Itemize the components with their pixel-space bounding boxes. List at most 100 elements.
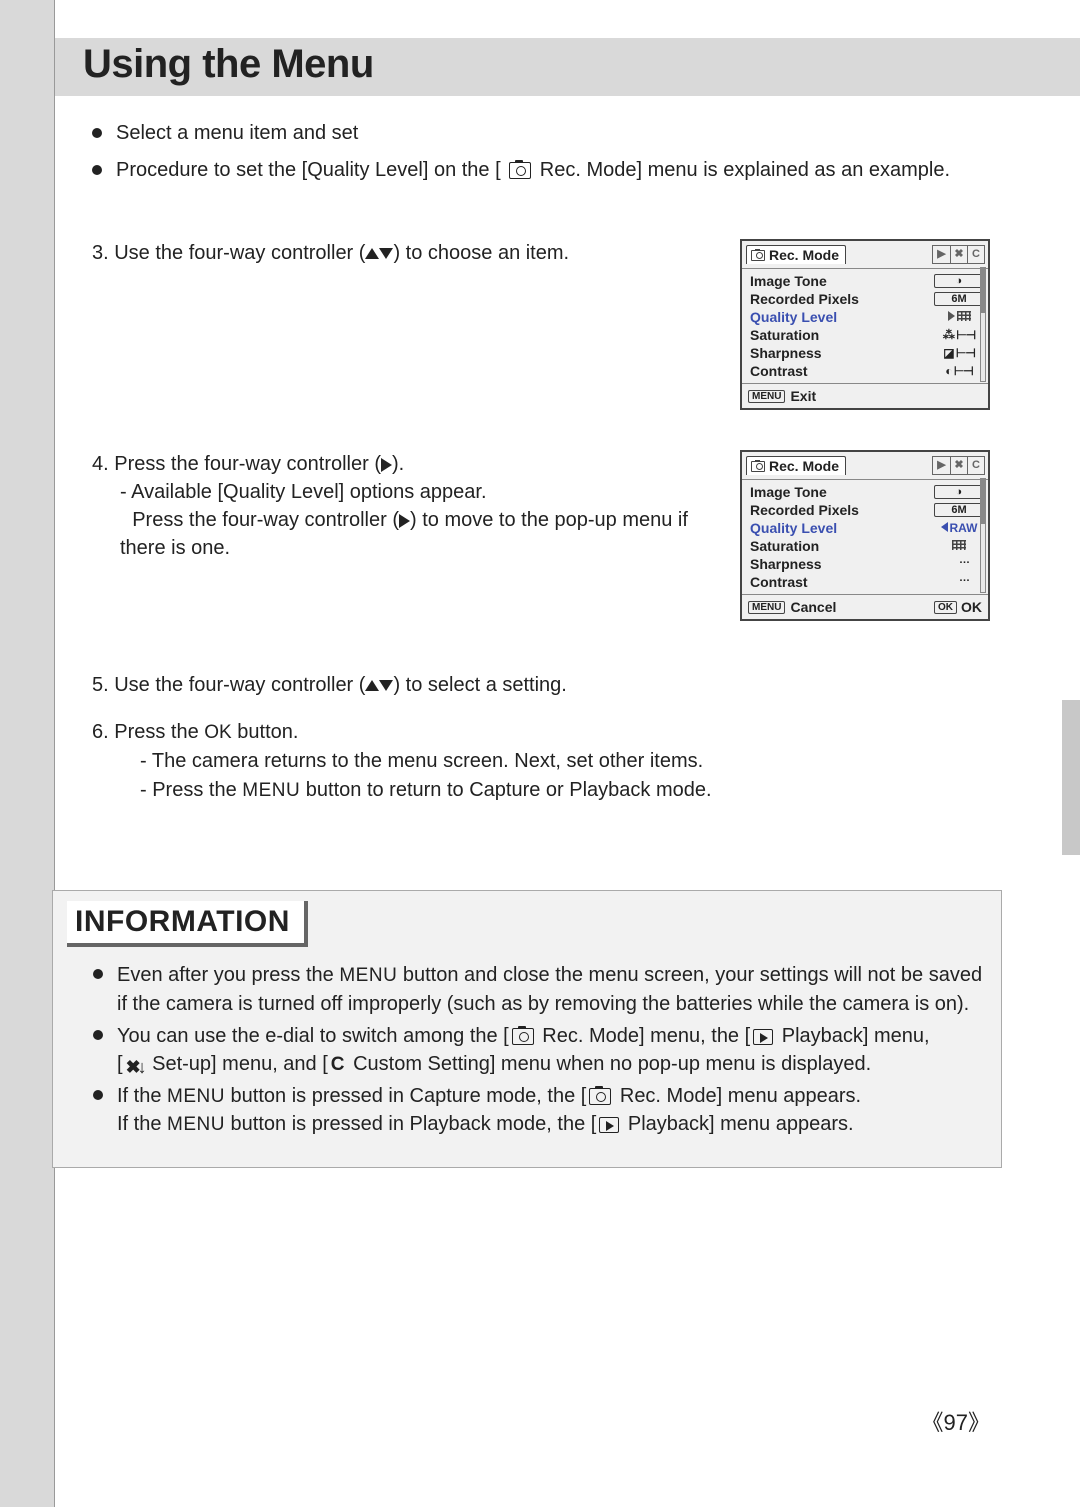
step-3: 3. Use the four-way controller ( ) to cho… [92,239,740,410]
down-icon [379,680,393,691]
menu-label: MENU [167,1086,225,1107]
text: Procedure to set the [Quality Level] on … [116,159,501,181]
bullet-icon [93,1090,103,1100]
stars-icon [957,311,971,321]
quality-level-value: RAW [934,521,984,535]
lcd-tab-recmode: Rec. Mode [746,456,846,475]
row-sharpness: Sharpness [750,345,934,361]
text: Rec. Mode] menu, the [ [537,1025,750,1047]
menu-label: MENU [242,780,300,801]
lcd-footer-ok: OK [961,599,982,615]
playback-icon [599,1117,619,1133]
camera-icon [751,250,765,261]
camera-lcd-2: Rec. Mode ▶ ✖ C Image Tone◑ Recorded Pix… [740,450,990,621]
right-icon [381,458,392,472]
caret-right-icon [948,311,955,321]
sharpness-icon: ◪ ⊢⊣ [934,346,984,360]
text: button. [232,721,299,743]
row-contrast: Contrast [750,574,934,590]
information-panel: INFORMATION Even after you press the MEN… [52,890,1002,1168]
row-saturation: Saturation [750,327,934,343]
setup-icon: ✖↓ [126,1058,144,1076]
custom-tab-icon: C [967,457,984,474]
step-4-sub1: - Available [Quality Level] options appe… [92,478,710,506]
saturation-icon: ⁂ ⊢⊣ [934,328,984,342]
information-title-frame: INFORMATION [67,901,308,947]
camera-icon [512,1028,534,1045]
step-6-sub2: - Press the MENU button to return to Cap… [112,776,990,805]
information-title: INFORMATION [75,905,290,938]
row-sharpness: Sharpness [750,556,934,572]
text: Rec. Mode] menu is explained as an examp… [540,159,950,181]
ok-label: OK [204,722,231,743]
menu-button-tag: MENU [748,390,785,403]
manual-page: Using the Menu Select a menu item and se… [0,0,1080,1507]
up-icon [365,248,379,259]
menu-label: MENU [167,1114,225,1135]
up-icon [365,680,379,691]
bullet-icon [92,128,102,138]
setup-tab-icon: ✖ [950,457,967,474]
text: 5. Use the four-way controller ( [92,674,365,696]
image-tone-icon: ◑ [934,274,984,288]
camera-lcd-1: Rec. Mode ▶ ✖ C Image Tone◑ Recorded Pix… [740,239,990,410]
down-icon [379,248,393,259]
row-quality-level: Quality Level [750,309,934,325]
row-quality-level: Quality Level [750,520,934,536]
lcd-other-tabs: ▶ ✖ C [932,245,985,264]
ok-button-tag: OK [934,601,957,614]
step-6-sub1: - The camera returns to the menu screen.… [112,747,990,776]
text: ) to choose an item. [393,242,569,264]
text: ) to select a setting. [393,674,566,696]
text: - Press the [140,779,242,801]
text: If the [117,1085,167,1107]
text: Rec. Mode] menu appears. [614,1085,861,1107]
lcd-footer-cancel: Cancel [790,599,836,615]
title-band: Using the Menu [55,38,1080,96]
step-6: 6. Press the OK button. - The camera ret… [92,718,990,805]
text: You can use the e-dial to switch among t… [117,1025,509,1047]
setup-tab-icon: ✖ [950,246,967,263]
info-item-1: Even after you press the MENU button and… [117,961,983,1018]
intro-item-1: Select a menu item and set [116,120,990,147]
row-contrast: Contrast [750,363,934,379]
recorded-pixels-value: 6M [934,292,984,306]
playback-tab-icon: ▶ [933,457,950,474]
lcd-scrollbar [980,267,986,382]
camera-icon [589,1088,611,1105]
menu-button-tag: MENU [748,601,785,614]
custom-tab-icon: C [967,246,984,263]
text: 6. Press the [92,721,204,743]
text: Set-up] menu, and [ [147,1053,328,1075]
step-4: 4. Press the four-way controller (). - A… [92,450,740,621]
text: button is pressed in Playback mode, the … [225,1113,596,1135]
lcd-scrollbar [980,478,986,593]
row-saturation: Saturation [750,538,934,554]
side-thumb-tab [1062,700,1080,855]
text: 3. Use the four-way controller ( [92,242,365,264]
text: button is pressed in Capture mode, the [ [225,1085,586,1107]
contrast-icon: ◐ ⊢⊣ [934,364,984,378]
contrast-icon [934,575,984,589]
bullet-icon [92,165,102,175]
row-recorded-pixels: Recorded Pixels [750,502,934,518]
right-icon [399,514,410,528]
text: button to return to Capture or Playback … [300,779,711,801]
text: Press the four-way controller ( [132,509,399,531]
text: 4. Press the four-way controller ( [92,453,381,475]
lcd-other-tabs: ▶ ✖ C [932,456,985,475]
row-image-tone: Image Tone [750,484,934,500]
text: Even after you press the [117,964,339,986]
lcd-tab-recmode: Rec. Mode [746,245,846,264]
row-image-tone: Image Tone [750,273,934,289]
lcd-header-label: Rec. Mode [769,247,839,263]
page-title: Using the Menu [55,38,1080,87]
text: If the [117,1113,167,1135]
intro-item-2: Procedure to set the [Quality Level] on … [116,157,990,184]
step-4-sub2: - Press the four-way controller () to mo… [92,506,710,562]
info-item-3: If the MENU button is pressed in Capture… [117,1082,983,1139]
caret-left-icon [941,522,948,532]
raw-label: RAW [950,521,978,535]
custom-c-icon: C [331,1055,345,1074]
camera-icon [751,461,765,472]
